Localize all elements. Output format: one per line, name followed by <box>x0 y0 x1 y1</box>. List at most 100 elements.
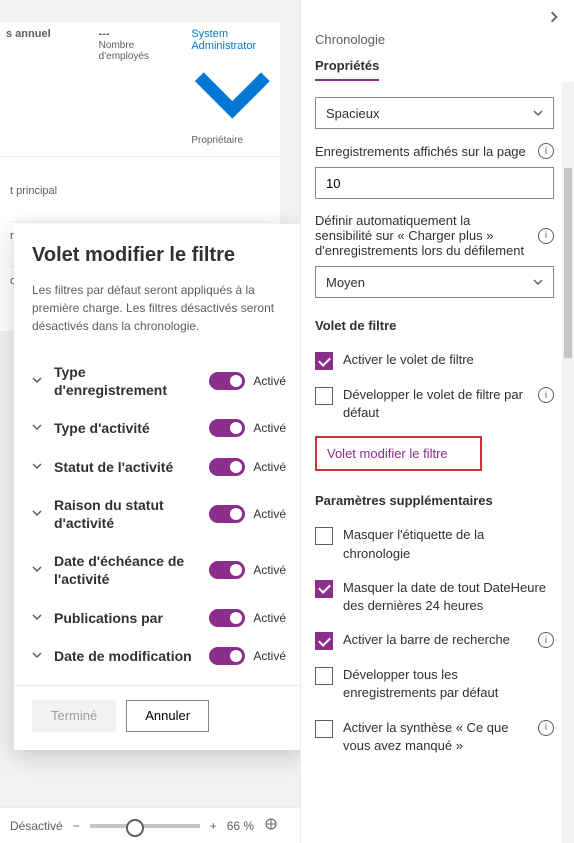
spacing-dropdown[interactable]: Spacieux <box>315 97 554 129</box>
owner-link[interactable]: System Administrator <box>191 28 274 135</box>
filter-label: Raison du statut d'activité <box>46 496 209 532</box>
checkbox-label: Activer le volet de filtre <box>343 351 554 369</box>
filter-label: Type d'activité <box>46 419 209 437</box>
checkbox-label: Développer tous les enregistrements par … <box>343 666 554 702</box>
header-cell: --- Nombre d'employés <box>99 28 182 146</box>
info-icon[interactable]: i <box>538 632 554 648</box>
tab-properties[interactable]: Propriétés <box>315 58 379 81</box>
filter-row-activity-status: Statut de l'activité Activé <box>32 448 286 486</box>
toggle-switch[interactable] <box>209 647 245 665</box>
header-cell-owner[interactable]: System Administrator Propriétaire <box>191 28 274 146</box>
toggle-state: Activé <box>253 507 286 521</box>
done-button: Terminé <box>32 700 116 732</box>
modal-footer: Terminé Annuler <box>14 685 304 750</box>
info-icon[interactable]: i <box>538 143 554 159</box>
chevron-down-icon <box>533 108 543 118</box>
section-header-extra: Paramètres supplémentaires <box>315 493 554 508</box>
checkbox-label: Masquer l'étiquette de la chronologie <box>343 526 554 562</box>
toggle-switch[interactable] <box>209 561 245 579</box>
filter-row-modified-date: Date de modification Activé <box>32 637 286 675</box>
toggle-switch[interactable] <box>209 505 245 523</box>
checkbox[interactable] <box>315 352 333 370</box>
form-header: s annuel --- Nombre d'employés System Ad… <box>0 22 280 157</box>
checkbox-hide-datetime-24h[interactable]: Masquer la date de tout DateHeure des de… <box>315 571 554 623</box>
dropdown-value: Spacieux <box>326 106 379 121</box>
info-icon[interactable]: i <box>538 228 554 244</box>
edit-filter-pane-link[interactable]: Volet modifier le filtre <box>315 436 482 471</box>
info-icon[interactable]: i <box>538 720 554 736</box>
filter-label: Statut de l'activité <box>46 458 209 476</box>
header-sublabel: Nombre d'employés <box>99 40 182 62</box>
section-header-filter: Volet de filtre <box>315 318 554 333</box>
scrollbar-thumb[interactable] <box>564 168 572 358</box>
checkbox-enable-what-you-missed[interactable]: Activer la synthèse « Ce que vous avez m… <box>315 711 554 763</box>
toggle-state: Activé <box>253 374 286 388</box>
filter-label: Type d'enregistrement <box>46 363 209 399</box>
footer-state: Désactivé <box>10 819 63 833</box>
zoom-out-button[interactable]: − <box>73 819 80 833</box>
chevron-down-icon[interactable] <box>32 647 46 665</box>
toggle-switch[interactable] <box>209 458 245 476</box>
checkbox-enable-search-bar[interactable]: Activer la barre de recherche i <box>315 623 554 658</box>
filter-modal: Volet modifier le filtre Les filtres par… <box>14 224 304 750</box>
checkbox-enable-filter-pane[interactable]: Activer le volet de filtre <box>315 343 554 378</box>
toggle-state: Activé <box>253 649 286 663</box>
modal-title: Volet modifier le filtre <box>32 244 286 267</box>
chevron-down-icon[interactable] <box>32 505 46 523</box>
filter-label: Date de modification <box>46 647 209 665</box>
panel-tabs: Propriétés <box>301 57 574 81</box>
checkbox-expand-all-records[interactable]: Développer tous les enregistrements par … <box>315 658 554 710</box>
chevron-down-icon[interactable] <box>32 561 46 579</box>
form-field: t principal <box>10 177 270 222</box>
checkbox-label: Masquer la date de tout DateHeure des de… <box>343 579 554 615</box>
header-cell: s annuel <box>6 28 89 146</box>
filter-row-status-reason: Raison du statut d'activité Activé <box>32 486 286 542</box>
checkbox-label: Développer le volet de filtre par défaut <box>343 386 528 422</box>
checkbox-label: Activer la barre de recherche <box>343 631 528 649</box>
header-label: s annuel <box>6 28 89 40</box>
toggle-switch[interactable] <box>209 372 245 390</box>
checkbox[interactable] <box>315 667 333 685</box>
checkbox-hide-timeline-label[interactable]: Masquer l'étiquette de la chronologie <box>315 518 554 570</box>
chevron-down-icon[interactable] <box>32 372 46 390</box>
checkbox[interactable] <box>315 527 333 545</box>
checkbox[interactable] <box>315 387 333 405</box>
chevron-down-icon[interactable] <box>32 609 46 627</box>
toggle-state: Activé <box>253 421 286 435</box>
checkbox[interactable] <box>315 632 333 650</box>
chevron-down-icon <box>191 52 274 135</box>
owner-sublabel: Propriétaire <box>191 135 274 146</box>
panel-header <box>301 0 574 32</box>
cancel-button[interactable]: Annuler <box>126 700 209 732</box>
filter-row-activity-type: Type d'activité Activé <box>32 409 286 447</box>
properties-panel: Chronologie Propriétés Spacieux Enregist… <box>300 0 574 843</box>
info-icon[interactable]: i <box>538 387 554 403</box>
field-label: Définir automatiquement la sensibilité s… <box>315 213 554 258</box>
fit-to-screen-icon[interactable] <box>264 817 278 834</box>
zoom-value: 66 % <box>227 819 254 833</box>
panel-title: Chronologie <box>301 32 574 57</box>
records-per-page-input[interactable] <box>315 167 554 199</box>
filter-row-record-type: Type d'enregistrement Activé <box>32 353 286 409</box>
zoom-slider[interactable] <box>90 824 200 828</box>
chevron-right-icon[interactable] <box>548 10 560 28</box>
toggle-state: Activé <box>253 460 286 474</box>
checkbox[interactable] <box>315 580 333 598</box>
checkbox-expand-filter-default[interactable]: Développer le volet de filtre par défaut… <box>315 378 554 430</box>
checkbox[interactable] <box>315 720 333 738</box>
toggle-switch[interactable] <box>209 419 245 437</box>
filter-row-posts-by: Publications par Activé <box>32 599 286 637</box>
modal-description: Les filtres par défaut seront appliqués … <box>32 281 286 335</box>
header-value: --- <box>99 28 182 40</box>
sensitivity-dropdown[interactable]: Moyen <box>315 266 554 298</box>
field-label: Enregistrements affichés sur la page i <box>315 143 554 159</box>
checkbox-label: Activer la synthèse « Ce que vous avez m… <box>343 719 528 755</box>
filter-label: Publications par <box>46 609 209 627</box>
scrollbar-track[interactable] <box>562 82 574 843</box>
chevron-down-icon[interactable] <box>32 458 46 476</box>
toggle-switch[interactable] <box>209 609 245 627</box>
filter-label: Date d'échéance de l'activité <box>46 552 209 588</box>
zoom-footer: Désactivé − + 66 % <box>0 807 300 843</box>
chevron-down-icon[interactable] <box>32 419 46 437</box>
zoom-in-button[interactable]: + <box>210 819 217 833</box>
